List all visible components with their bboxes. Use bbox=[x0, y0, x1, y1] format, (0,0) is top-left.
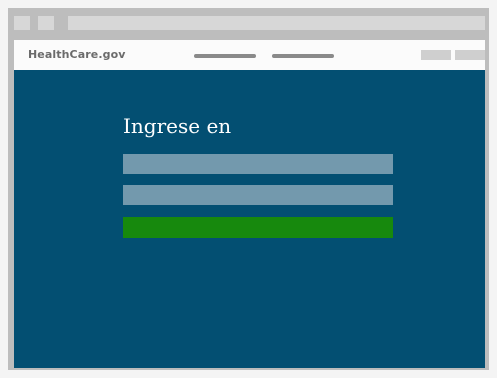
login-submit-button[interactable] bbox=[123, 217, 393, 238]
header-button-2[interactable] bbox=[455, 50, 485, 60]
login-title: Ingrese en bbox=[123, 114, 232, 138]
nav-link-2[interactable] bbox=[272, 54, 334, 58]
site-logo[interactable]: HealthCare.gov bbox=[28, 48, 126, 61]
nav-link-1[interactable] bbox=[194, 54, 256, 58]
site-header: HealthCare.gov bbox=[14, 40, 485, 70]
browser-window: HealthCare.gov Ingrese en bbox=[8, 8, 489, 370]
username-field[interactable] bbox=[123, 154, 393, 174]
browser-address-bar[interactable] bbox=[68, 16, 485, 30]
password-field[interactable] bbox=[123, 185, 393, 205]
browser-forward-button[interactable] bbox=[38, 16, 54, 30]
header-button-1[interactable] bbox=[421, 50, 451, 60]
login-panel: Ingrese en bbox=[14, 70, 485, 368]
browser-back-button[interactable] bbox=[14, 16, 30, 30]
